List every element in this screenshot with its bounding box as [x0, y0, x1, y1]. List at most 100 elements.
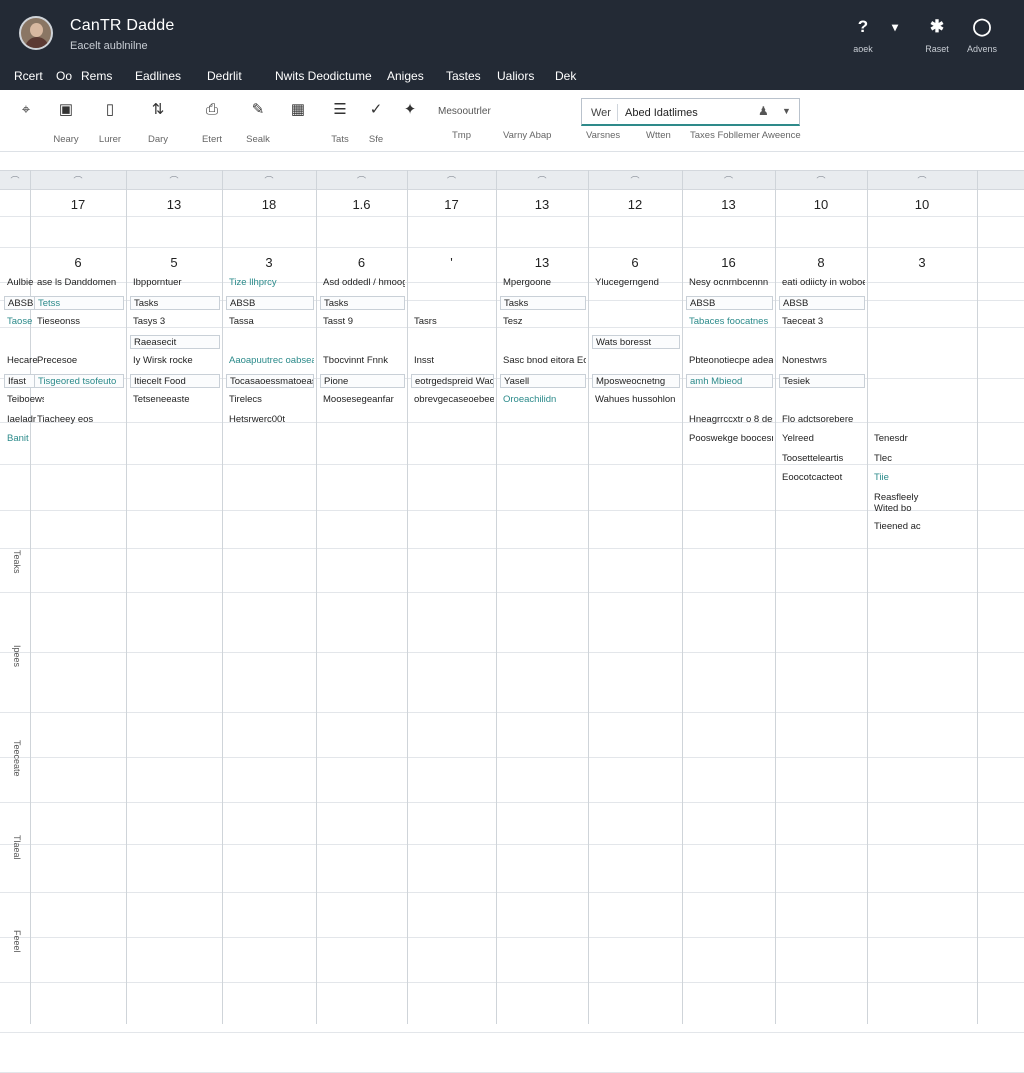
- event-item[interactable]: Tbocvinnt Fnnk: [320, 354, 405, 368]
- event-item[interactable]: Nesy ocnrnbcennn: [686, 276, 773, 290]
- event-item[interactable]: Pbteonotiecpe adeasces: [686, 354, 773, 368]
- chevron-icon[interactable]: ⌒: [775, 174, 867, 187]
- menu-item[interactable]: Eadlines: [135, 69, 181, 83]
- event-item[interactable]: Taeceat 3: [779, 315, 865, 329]
- event-item[interactable]: Oroeachilidn: [500, 393, 586, 407]
- event-item[interactable]: Eoocotcacteot: [779, 471, 865, 485]
- pin-button[interactable]: ⌖: [4, 100, 48, 120]
- chevron-icon[interactable]: ⌒: [867, 174, 977, 187]
- avatar[interactable]: [19, 16, 53, 50]
- event-item[interactable]: obrevgecaseoebeevne: [411, 393, 494, 407]
- event-item[interactable]: Tasrs: [411, 315, 494, 329]
- menu-item[interactable]: Dek: [555, 69, 576, 83]
- event-item[interactable]: Flo adctsorebere: [779, 413, 865, 427]
- event-item[interactable]: Wited bo: [871, 502, 975, 516]
- chevron-icon[interactable]: ⌒: [496, 174, 588, 187]
- event-item[interactable]: Mpergoone: [500, 276, 586, 290]
- chevron-icon[interactable]: ⌒: [126, 174, 222, 187]
- event-item[interactable]: ase ls Danddomen: [34, 276, 124, 290]
- event-item[interactable]: Tieened ac: [871, 520, 975, 534]
- save-button[interactable]: ▣ Neary: [44, 100, 88, 145]
- event-item[interactable]: Tesiek: [779, 373, 865, 388]
- event-item[interactable]: Tiie: [871, 471, 975, 485]
- grid-button[interactable]: ▦: [276, 100, 320, 120]
- event-item[interactable]: Tassa: [226, 315, 314, 329]
- event-item[interactable]: Sasc bnod eitora Eoks: [500, 354, 586, 368]
- event-item[interactable]: eati odiicty in woboegnses: [779, 276, 865, 290]
- event-item[interactable]: Teiboews: [4, 393, 44, 407]
- menu-item[interactable]: Aniges: [387, 69, 424, 83]
- chevron-icon[interactable]: ⌒: [316, 174, 407, 187]
- menu-item[interactable]: Ualiors: [497, 69, 534, 83]
- event-item[interactable]: Tocasaoessmatoeas: [226, 373, 314, 388]
- settings-button[interactable]: ✱ Raset: [920, 16, 954, 56]
- day-number[interactable]: 13: [496, 197, 588, 212]
- event-item[interactable]: Tenesdr: [871, 432, 975, 446]
- event-item[interactable]: Toosetteleartis: [779, 452, 865, 466]
- event-item[interactable]: Tize llhprcy: [226, 276, 314, 290]
- menu-item[interactable]: Dedrlit: [207, 69, 242, 83]
- chevron-icon[interactable]: ⌒: [0, 174, 30, 187]
- event-item[interactable]: Tiacheey eos: [34, 413, 124, 427]
- event-item[interactable]: Wats boresst: [592, 334, 680, 349]
- event-item[interactable]: Tasks: [320, 295, 405, 310]
- chevron-icon[interactable]: ⌒: [407, 174, 496, 187]
- day-number[interactable]: 17: [30, 197, 126, 212]
- event-item[interactable]: ABSB: [779, 295, 865, 310]
- pencil-button[interactable]: ✎ Sealk: [236, 100, 280, 145]
- day-number[interactable]: 12: [588, 197, 682, 212]
- chevron-icon[interactable]: ⌒: [30, 174, 126, 187]
- day-number[interactable]: 13: [682, 197, 775, 212]
- event-item[interactable]: eotrgedspreid Wacrd: [411, 373, 494, 388]
- chevron-icon[interactable]: ⌒: [588, 174, 682, 187]
- day-number[interactable]: 17: [407, 197, 496, 212]
- event-item[interactable]: Tasst 9: [320, 315, 405, 329]
- event-item[interactable]: Yelreed: [779, 432, 865, 446]
- paint-button[interactable]: ✦: [388, 100, 432, 120]
- event-item[interactable]: ABSB: [226, 295, 314, 310]
- event-item[interactable]: Precesoe: [34, 354, 124, 368]
- event-item[interactable]: Asd oddedl / hmooged bnochnecuers: [320, 276, 405, 290]
- event-item[interactable]: Tesz: [500, 315, 586, 329]
- event-item[interactable]: Itiecelt Food: [130, 373, 220, 388]
- event-item[interactable]: Pione: [320, 373, 405, 388]
- event-item[interactable]: Mposweocnetng: [592, 373, 680, 388]
- event-item[interactable]: Tlec: [871, 452, 975, 466]
- event-item[interactable]: Tisgeored tsofeuto: [34, 373, 124, 388]
- event-item[interactable]: Nonestwrs: [779, 354, 865, 368]
- event-item[interactable]: Ylucegerngend: [592, 276, 680, 290]
- event-item[interactable]: Tieseonss: [34, 315, 124, 329]
- menu-item[interactable]: Tastes: [446, 69, 481, 83]
- help-button[interactable]: ? aoek: [846, 16, 880, 56]
- event-item[interactable]: Raeasecit: [130, 334, 220, 349]
- event-item[interactable]: Iy Wirsk rocke: [130, 354, 220, 368]
- event-item[interactable]: Hneagrrccxtr o 8 des: [686, 413, 773, 427]
- event-item[interactable]: Banit: [4, 432, 44, 446]
- event-item[interactable]: Hetsrwerc00t: [226, 413, 314, 427]
- day-number[interactable]: 18: [222, 197, 316, 212]
- event-item[interactable]: amh Mbieod: [686, 373, 773, 388]
- dropdown-button[interactable]: ▾: [878, 16, 912, 56]
- day-number[interactable]: 10: [867, 197, 977, 212]
- event-item[interactable]: Tabaces foocatnes: [686, 315, 773, 329]
- event-item[interactable]: Tasks: [500, 295, 586, 310]
- menu-item[interactable]: Rems: [81, 69, 112, 83]
- event-item[interactable]: Yasell: [500, 373, 586, 388]
- menu-item[interactable]: Rcert: [14, 69, 43, 83]
- view-select[interactable]: Wer Abed Idatlimes ♟ ▼: [581, 98, 800, 126]
- event-item[interactable]: Insst: [411, 354, 494, 368]
- account-button[interactable]: ◯ Advens: [965, 16, 999, 56]
- menu-item[interactable]: Nwits Deodictume: [275, 69, 372, 83]
- day-number[interactable]: 10: [775, 197, 867, 212]
- chevron-icon[interactable]: ⌒: [222, 174, 316, 187]
- event-item[interactable]: Tirelecs: [226, 393, 314, 407]
- event-item[interactable]: Moosesegeanfar: [320, 393, 405, 407]
- event-item[interactable]: Pooswekge boocesmdnl: [686, 432, 773, 446]
- print-button[interactable]: ⎙ Etert: [190, 100, 234, 145]
- document-button[interactable]: ▯ Lurer: [88, 100, 132, 145]
- event-item[interactable]: Ibpporntuer: [130, 276, 220, 290]
- event-item[interactable]: Tasks: [130, 295, 220, 310]
- event-item[interactable]: Tetss: [34, 295, 124, 310]
- day-number[interactable]: 13: [126, 197, 222, 212]
- event-item[interactable]: Wahues hussohlon: [592, 393, 680, 407]
